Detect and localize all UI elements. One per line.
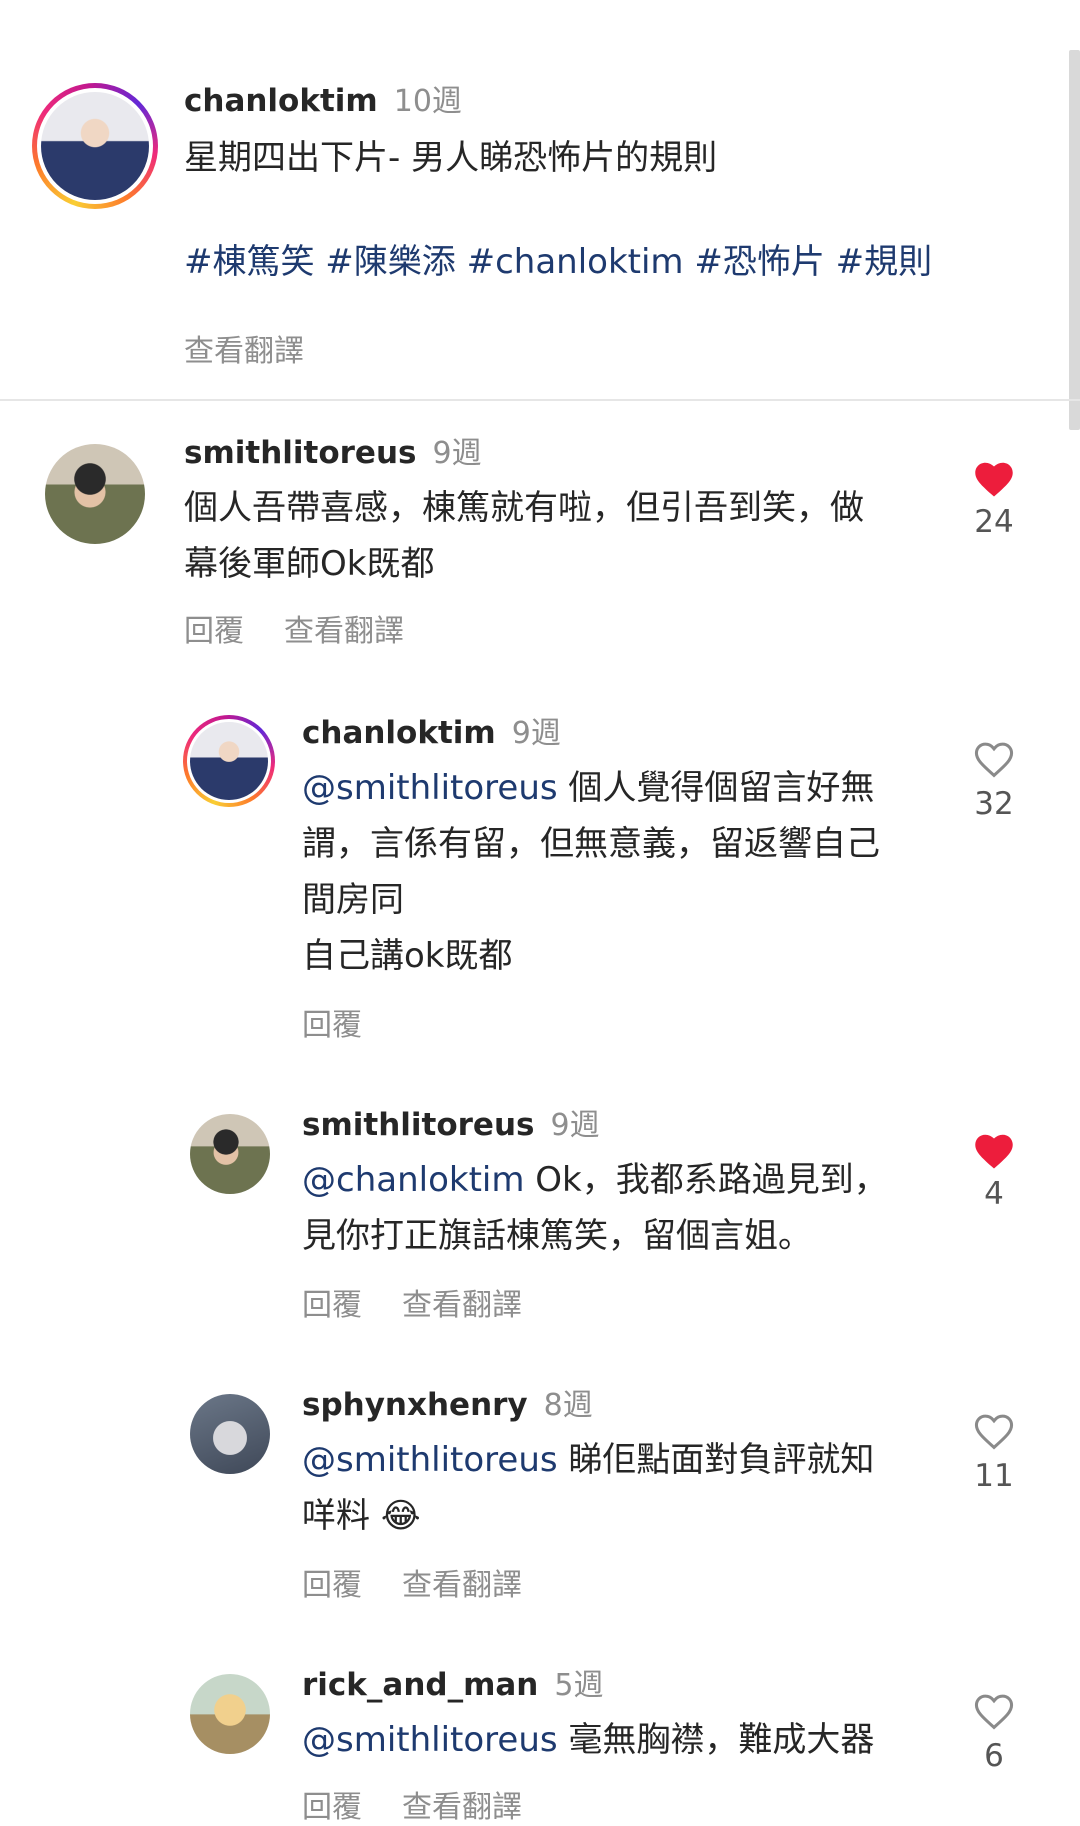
comment-line: 謂，言係有留，但無意義，留返響自己	[302, 824, 880, 864]
username-text[interactable]: rick_and_man	[302, 1667, 538, 1703]
comment-username[interactable]: smithlitoreus 9週	[184, 428, 482, 472]
comment-line: 自己講ok既都	[302, 936, 513, 976]
mention-link[interactable]: @chanloktim	[302, 1160, 524, 1200]
comment-time: 9週	[550, 1108, 600, 1143]
laughing-emoji-icon: 😂	[380, 1496, 421, 1536]
username-text[interactable]: chanloktim	[184, 83, 378, 119]
comment-username[interactable]: chanloktim 9週	[302, 708, 561, 752]
like-control[interactable]: 6	[954, 1690, 1034, 1774]
comment-line: 幕後軍師Ok既都	[184, 544, 435, 584]
like-control[interactable]: 24	[954, 458, 1034, 540]
mention-link[interactable]: @smithlitoreus	[302, 768, 558, 808]
like-count: 6	[984, 1738, 1004, 1774]
avatar-sphynxhenry[interactable]	[190, 1394, 270, 1474]
comment-line: 個人吾帶喜感，棟篤就有啦，但引吾到笑，做	[184, 488, 864, 528]
heart-outline-icon[interactable]	[954, 1690, 1034, 1732]
caption-text: 星期四出下片- 男人睇恐怖片的規則	[184, 138, 718, 178]
like-count: 32	[974, 786, 1014, 822]
username-text[interactable]: smithlitoreus	[184, 435, 416, 471]
like-control[interactable]: 32	[954, 738, 1034, 822]
comment-time: 9週	[432, 436, 482, 471]
caption-translate-link[interactable]: 查看翻譯	[184, 326, 304, 370]
avatar-rick-and-man[interactable]	[190, 1674, 270, 1754]
avatar-smithlitoreus[interactable]	[45, 444, 145, 544]
scrollbar[interactable]	[1069, 50, 1080, 430]
reply-button[interactable]: 回覆	[302, 1790, 362, 1825]
comment-text: @smithlitoreus 睇佢點面對負評就知 咩料 😂	[302, 1432, 942, 1544]
mention-link[interactable]: @smithlitoreus	[302, 1440, 558, 1480]
avatar-chanloktim-ring[interactable]	[183, 715, 275, 807]
comment-actions: 回覆	[302, 1000, 362, 1044]
comment-line: 個人覺得個留言好無	[557, 768, 875, 808]
heart-filled-icon[interactable]	[954, 1130, 1034, 1170]
avatar	[190, 722, 268, 800]
comment-time: 5週	[554, 1668, 604, 1703]
comment-text: @smithlitoreus 個人覺得個留言好無 謂，言係有留，但無意義，留返響…	[302, 760, 942, 984]
like-count: 4	[984, 1176, 1004, 1212]
comment-actions: 回覆 查看翻譯	[184, 606, 404, 650]
heart-outline-icon[interactable]	[954, 1410, 1034, 1452]
heart-outline-icon[interactable]	[954, 738, 1034, 780]
reply-button[interactable]: 回覆	[302, 1568, 362, 1603]
caption-username[interactable]: chanloktim 10週	[184, 76, 462, 120]
comment-username[interactable]: rick_and_man 5週	[302, 1660, 603, 1704]
comment-text: @chanloktim Ok，我都系路過見到， 見你打正旗話棟篤笑，留個言姐。	[302, 1152, 942, 1264]
translate-link[interactable]: 查看翻譯	[402, 1568, 522, 1603]
divider	[0, 399, 1080, 401]
translate-link[interactable]: 查看翻譯	[402, 1288, 522, 1323]
username-text[interactable]: sphynxhenry	[302, 1387, 528, 1423]
caption-hashtags[interactable]: #棟篤笑 #陳樂添 #chanloktim #恐怖片 #規則	[184, 234, 932, 283]
comment-text: 個人吾帶喜感，棟篤就有啦，但引吾到笑，做 幕後軍師Ok既都	[184, 480, 944, 592]
username-text[interactable]: smithlitoreus	[302, 1107, 534, 1143]
username-text[interactable]: chanloktim	[302, 715, 496, 751]
like-count: 11	[974, 1458, 1014, 1494]
like-count: 24	[974, 504, 1014, 540]
heart-filled-icon[interactable]	[954, 458, 1034, 498]
comment-line: 睇佢點面對負評就知	[557, 1440, 875, 1480]
translate-link[interactable]: 查看翻譯	[402, 1790, 522, 1825]
avatar	[41, 92, 149, 200]
caption-time: 10週	[393, 84, 462, 119]
comment-line: 毫無胸襟，難成大器	[557, 1720, 875, 1760]
comment-username[interactable]: sphynxhenry 8週	[302, 1380, 593, 1424]
like-control[interactable]: 4	[954, 1130, 1034, 1212]
comment-time: 8週	[543, 1388, 593, 1423]
like-control[interactable]: 11	[954, 1410, 1034, 1494]
reply-button[interactable]: 回覆	[302, 1288, 362, 1323]
comment-username[interactable]: smithlitoreus 9週	[302, 1100, 600, 1144]
comment-actions: 回覆 查看翻譯	[302, 1280, 522, 1324]
reply-button[interactable]: 回覆	[184, 614, 244, 649]
comment-actions: 回覆 查看翻譯	[302, 1782, 522, 1826]
comment-actions: 回覆 查看翻譯	[302, 1560, 522, 1604]
avatar-smithlitoreus[interactable]	[190, 1114, 270, 1194]
comment-line: Ok，我都系路過見到，	[524, 1160, 888, 1200]
translate-link[interactable]: 查看翻譯	[284, 614, 404, 649]
comment-line: 見你打正旗話棟篤笑，留個言姐。	[302, 1216, 812, 1256]
avatar-caption-ring[interactable]	[32, 83, 158, 209]
comment-text: @smithlitoreus 毫無胸襟，難成大器	[302, 1712, 942, 1768]
comment-time: 9週	[511, 716, 561, 751]
mention-link[interactable]: @smithlitoreus	[302, 1720, 558, 1760]
reply-button[interactable]: 回覆	[302, 1008, 362, 1043]
comment-line: 間房同	[302, 880, 404, 920]
comment-line: 咩料	[302, 1496, 370, 1536]
